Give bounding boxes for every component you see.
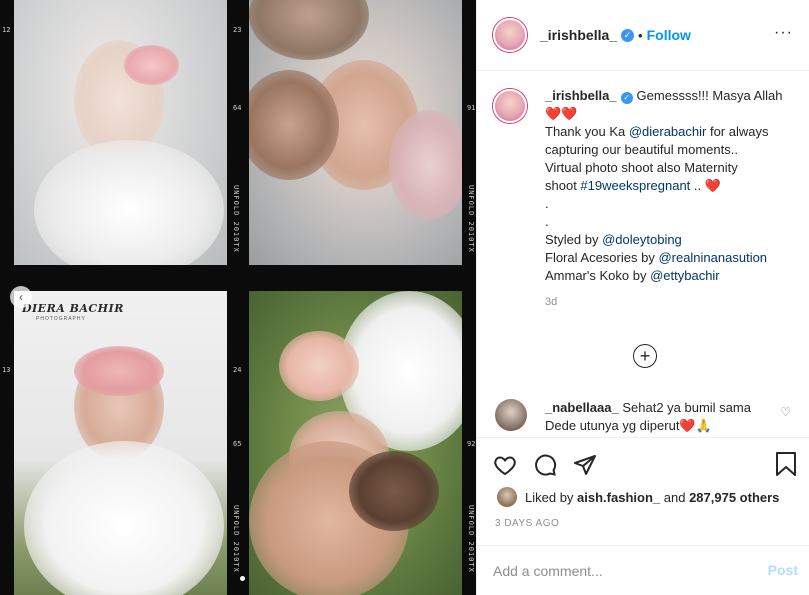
caption-line: Thank you Ka @dierabachir for always: [545, 124, 769, 139]
likes-summary: Liked by aish.fashion_ and 287,975 other…: [497, 487, 779, 507]
photo-watermark-sub: PHOTOGRAPHY: [36, 316, 86, 322]
verified-icon: ✓: [621, 28, 635, 42]
caption-line: shoot #19weekspregnant .. ❤️: [545, 178, 721, 193]
verified-icon: ✓: [620, 92, 633, 104]
film-number: 13: [2, 366, 11, 374]
heart-icon[interactable]: ♡: [780, 405, 791, 419]
carousel-dot: [240, 576, 245, 581]
caption-line: .: [545, 214, 549, 229]
comment-username[interactable]: _nabellaaa_: [545, 400, 619, 415]
avatar[interactable]: [495, 399, 527, 431]
chevron-left-icon: ‹: [19, 290, 23, 304]
film-label: UNFOLD 2010TX: [232, 185, 240, 253]
photo-frame-2: [249, 0, 462, 265]
caption-line: Floral Acesories by @realninanasution: [545, 250, 768, 265]
mention-link[interactable]: @ettybachir: [650, 268, 720, 283]
caption-area: _irishbella_ ✓ Gemessss!!! Masya Allah ❤️❤…: [477, 71, 809, 437]
comment-icon[interactable]: [533, 453, 557, 477]
comment-body: _nabellaaa_ Sehat2 ya bumil sama Dede ut…: [545, 399, 765, 435]
separator: •: [638, 27, 643, 43]
caption-line: .: [545, 196, 549, 211]
film-number: 92: [467, 440, 476, 448]
avatar[interactable]: [493, 89, 527, 123]
mention-link[interactable]: @dierabachir: [629, 124, 707, 139]
photo-frame-1: [14, 0, 227, 265]
caption-line: ❤️❤️: [545, 106, 578, 121]
photo-frame-3: [14, 291, 227, 595]
caption-line: Virtual photo shoot also Maternity: [545, 160, 738, 175]
carousel-dots: [240, 576, 245, 581]
avatar[interactable]: [497, 487, 517, 507]
film-label: UNFOLD 2010TX: [467, 185, 475, 253]
caption: _irishbella_ ✓ Gemessss!!! Masya Allah ❤️❤…: [493, 87, 794, 311]
post-photo-carousel[interactable]: UNFOLD 2010TX UNFOLD 2010TX UNFOLD 2010T…: [0, 0, 476, 595]
mention-link[interactable]: @realninanasution: [658, 250, 767, 265]
film-number: 12: [2, 26, 11, 34]
likes-prefix: Liked by: [525, 489, 574, 505]
bookmark-icon[interactable]: [775, 452, 797, 479]
film-label: UNFOLD 2010TX: [232, 505, 240, 573]
likes-user[interactable]: aish.fashion_: [577, 490, 660, 505]
likes-others[interactable]: 287,975 others: [689, 490, 779, 505]
plus-circle-icon[interactable]: +: [633, 344, 657, 368]
caption-text: Gemessss!!! Masya Allah: [636, 88, 783, 103]
caption-line: _irishbella_ ✓ Gemessss!!! Masya Allah: [545, 87, 785, 105]
likes-and: and: [663, 489, 686, 505]
caption-line: Styled by @doleytobing: [545, 232, 682, 247]
film-number: 23: [233, 26, 242, 34]
carousel-prev-button[interactable]: ‹: [10, 286, 32, 308]
post-date[interactable]: 3 DAYS AGO: [495, 518, 559, 529]
film-label: UNFOLD 2010TX: [467, 505, 475, 573]
film-number: 65: [233, 440, 242, 448]
photo-frame-4: [249, 291, 462, 595]
film-number: 91: [467, 104, 476, 112]
film-number: 24: [233, 366, 242, 374]
hashtag-link[interactable]: #19weekspregnant: [580, 178, 690, 193]
film-number: 64: [233, 104, 242, 112]
caption-time[interactable]: 3d: [545, 293, 785, 311]
post-header: _irishbella_ ✓ • Follow ···: [477, 0, 809, 71]
avatar[interactable]: [493, 18, 527, 52]
caption-body: _irishbella_ ✓ Gemessss!!! Masya Allah ❤️❤…: [545, 87, 785, 311]
post-sidebar: _irishbella_ ✓ • Follow ··· _irishbella_…: [476, 0, 809, 595]
share-icon[interactable]: [573, 453, 597, 477]
comment-item: _nabellaaa_ Sehat2 ya bumil sama Dede ut…: [495, 399, 795, 435]
header-username[interactable]: _irishbella_: [540, 27, 617, 43]
action-bar: [477, 437, 809, 491]
caption-line: capturing our beautiful moments..: [545, 142, 738, 157]
comment-form: Post: [477, 545, 809, 595]
photo-watermark: DIERA BACHIR: [22, 302, 124, 315]
follow-button[interactable]: Follow: [647, 27, 691, 43]
more-icon[interactable]: ···: [774, 24, 793, 42]
comment-input[interactable]: [493, 562, 743, 579]
post-button[interactable]: Post: [768, 562, 798, 578]
caption-username[interactable]: _irishbella_: [545, 88, 617, 103]
heart-icon[interactable]: [493, 453, 517, 477]
mention-link[interactable]: @doleytobing: [602, 232, 682, 247]
caption-line: Ammar's Koko by @ettybachir: [545, 268, 720, 283]
